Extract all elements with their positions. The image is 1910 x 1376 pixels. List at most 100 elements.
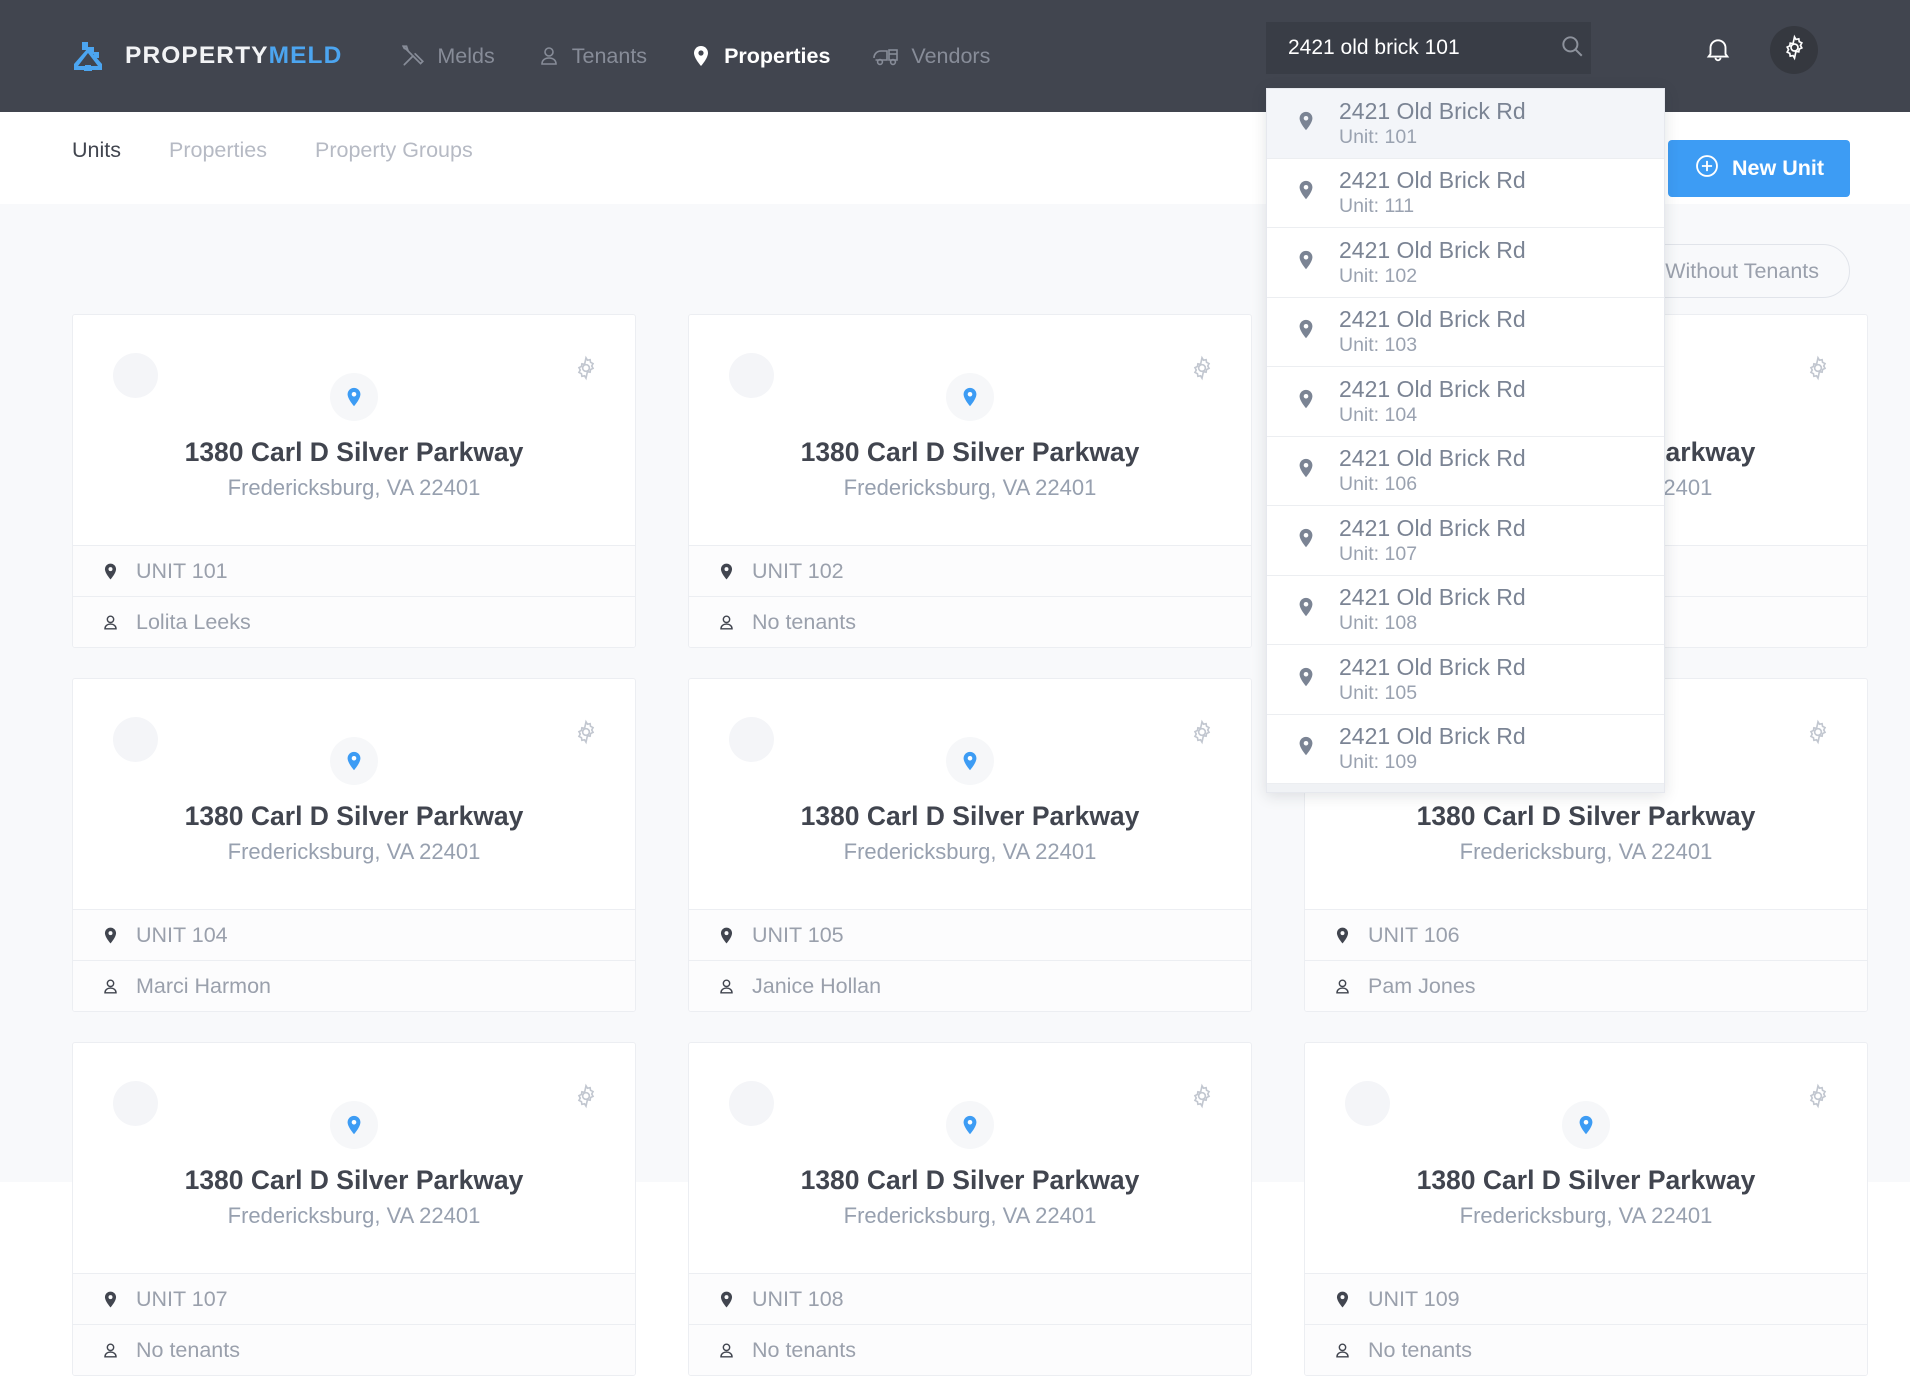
nav-item-properties[interactable]: Properties bbox=[689, 44, 830, 69]
unit-card-settings-button[interactable] bbox=[573, 1083, 599, 1114]
search-result-item[interactable]: 2421 Old Brick Rd Unit: 108 bbox=[1267, 576, 1664, 646]
search-result-title: 2421 Old Brick Rd bbox=[1339, 445, 1526, 472]
map-pin-icon bbox=[1333, 926, 1352, 945]
search-result-title: 2421 Old Brick Rd bbox=[1339, 376, 1526, 403]
avatar bbox=[113, 717, 158, 762]
unit-card-settings-button[interactable] bbox=[1189, 355, 1215, 386]
unit-card-settings-button[interactable] bbox=[1189, 1083, 1215, 1114]
map-pin-badge bbox=[330, 373, 378, 421]
unit-card-address: 1380 Carl D Silver Parkway bbox=[689, 437, 1251, 468]
unit-card-city: Fredericksburg, VA 22401 bbox=[1305, 1203, 1867, 1229]
unit-card-tenant-row: No tenants bbox=[689, 1324, 1251, 1375]
search-result-item[interactable]: 2421 Old Brick Rd Unit: 102 bbox=[1267, 228, 1664, 298]
unit-card[interactable]: 1380 Carl D Silver Parkway Fredericksbur… bbox=[72, 678, 636, 1012]
tab-properties[interactable]: Properties bbox=[169, 138, 267, 163]
search-result-subtitle: Unit: 111 bbox=[1339, 194, 1526, 218]
nav-item-vendors[interactable]: Vendors bbox=[872, 43, 990, 69]
dropdown-footer bbox=[1267, 784, 1664, 792]
unit-card-unit-row: UNIT 102 bbox=[689, 545, 1251, 596]
search-result-item[interactable]: 2421 Old Brick Rd Unit: 106 bbox=[1267, 437, 1664, 507]
search-input[interactable] bbox=[1288, 36, 1559, 60]
map-pin-icon bbox=[1295, 249, 1317, 276]
tab-units[interactable]: Units bbox=[72, 138, 121, 163]
search-result-item[interactable]: 2421 Old Brick Rd Unit: 105 bbox=[1267, 645, 1664, 715]
search-result-subtitle: Unit: 102 bbox=[1339, 264, 1526, 288]
unit-card-tenant-row: No tenants bbox=[689, 596, 1251, 647]
nav-label-vendors: Vendors bbox=[911, 44, 990, 69]
unit-card-city: Fredericksburg, VA 22401 bbox=[1305, 839, 1867, 865]
map-pin-icon bbox=[101, 926, 120, 945]
settings-button[interactable] bbox=[1770, 26, 1818, 74]
search-result-item[interactable]: 2421 Old Brick Rd Unit: 109 bbox=[1267, 715, 1664, 785]
person-icon bbox=[717, 1341, 736, 1360]
map-pin-icon bbox=[1333, 1290, 1352, 1309]
unit-card-tenant-row: Janice Hollan bbox=[689, 960, 1251, 1011]
search-result-item[interactable]: 2421 Old Brick Rd Unit: 103 bbox=[1267, 298, 1664, 368]
unit-card-settings-button[interactable] bbox=[1189, 719, 1215, 750]
unit-card-city: Fredericksburg, VA 22401 bbox=[689, 1203, 1251, 1229]
unit-card-settings-button[interactable] bbox=[573, 719, 599, 750]
search-result-item[interactable]: 2421 Old Brick Rd Unit: 111 bbox=[1267, 159, 1664, 229]
global-search bbox=[1266, 22, 1591, 74]
propertymeld-logo-icon bbox=[68, 36, 108, 76]
notifications-button[interactable] bbox=[1703, 34, 1733, 69]
unit-card-tenant-row: Marci Harmon bbox=[73, 960, 635, 1011]
search-result-subtitle: Unit: 105 bbox=[1339, 681, 1526, 705]
nav-label-tenants: Tenants bbox=[572, 44, 647, 69]
nav-item-melds[interactable]: Melds bbox=[400, 43, 494, 69]
map-pin-icon bbox=[1295, 388, 1317, 415]
search-result-subtitle: Unit: 104 bbox=[1339, 403, 1526, 427]
avatar bbox=[113, 353, 158, 398]
map-pin-icon bbox=[689, 44, 713, 68]
section-tabs: Units Properties Property Groups bbox=[72, 138, 521, 163]
map-pin-badge bbox=[946, 373, 994, 421]
unit-card-city: Fredericksburg, VA 22401 bbox=[73, 475, 635, 501]
unit-card-settings-button[interactable] bbox=[1805, 355, 1831, 386]
avatar bbox=[113, 1081, 158, 1126]
unit-card-header: 1380 Carl D Silver Parkway Fredericksbur… bbox=[73, 315, 635, 545]
tab-property-groups[interactable]: Property Groups bbox=[315, 138, 473, 163]
unit-card-tenant-row: No tenants bbox=[73, 1324, 635, 1375]
unit-card-unit-row: UNIT 106 bbox=[1305, 909, 1867, 960]
search-result-subtitle: Unit: 108 bbox=[1339, 611, 1526, 635]
nav-item-tenants[interactable]: Tenants bbox=[537, 44, 647, 69]
unit-card-address: 1380 Carl D Silver Parkway bbox=[689, 1165, 1251, 1196]
search-icon[interactable] bbox=[1559, 33, 1585, 64]
truck-icon bbox=[872, 43, 900, 69]
avatar bbox=[729, 717, 774, 762]
unit-card[interactable]: 1380 Carl D Silver Parkway Fredericksbur… bbox=[688, 314, 1252, 648]
search-box[interactable] bbox=[1266, 22, 1591, 74]
new-unit-button[interactable]: New Unit bbox=[1668, 140, 1850, 197]
avatar bbox=[1345, 1081, 1390, 1126]
map-pin-icon bbox=[959, 386, 981, 408]
unit-card-unit-row: UNIT 104 bbox=[73, 909, 635, 960]
unit-card[interactable]: 1380 Carl D Silver Parkway Fredericksbur… bbox=[688, 1042, 1252, 1376]
map-pin-icon bbox=[343, 750, 365, 772]
search-result-subtitle: Unit: 101 bbox=[1339, 125, 1526, 149]
primary-nav-items: Melds Tenants Properties bbox=[400, 43, 1032, 69]
unit-card-header: 1380 Carl D Silver Parkway Fredericksbur… bbox=[689, 679, 1251, 909]
unit-card-unit-label: UNIT 104 bbox=[136, 923, 228, 948]
search-result-item[interactable]: 2421 Old Brick Rd Unit: 107 bbox=[1267, 506, 1664, 576]
unit-card-address: 1380 Carl D Silver Parkway bbox=[689, 801, 1251, 832]
unit-card[interactable]: 1380 Carl D Silver Parkway Fredericksbur… bbox=[72, 314, 636, 648]
unit-card-unit-label: UNIT 106 bbox=[1368, 923, 1460, 948]
search-result-title: 2421 Old Brick Rd bbox=[1339, 98, 1526, 125]
unit-card-settings-button[interactable] bbox=[573, 355, 599, 386]
unit-card-tenant-label: Pam Jones bbox=[1368, 974, 1476, 999]
unit-card-city: Fredericksburg, VA 22401 bbox=[73, 1203, 635, 1229]
unit-card-unit-label: UNIT 108 bbox=[752, 1287, 844, 1312]
person-icon bbox=[101, 613, 120, 632]
unit-card-tenant-row: Pam Jones bbox=[1305, 960, 1867, 1011]
unit-card-city: Fredericksburg, VA 22401 bbox=[689, 475, 1251, 501]
search-result-item[interactable]: 2421 Old Brick Rd Unit: 104 bbox=[1267, 367, 1664, 437]
unit-card[interactable]: 1380 Carl D Silver Parkway Fredericksbur… bbox=[72, 1042, 636, 1376]
unit-card[interactable]: 1380 Carl D Silver Parkway Fredericksbur… bbox=[688, 678, 1252, 1012]
search-result-item[interactable]: 2421 Old Brick Rd Unit: 101 bbox=[1267, 89, 1664, 159]
brand-logo[interactable]: PROPERTYMELD bbox=[68, 36, 342, 76]
unit-card[interactable]: 1380 Carl D Silver Parkway Fredericksbur… bbox=[1304, 1042, 1868, 1376]
unit-card-unit-row: UNIT 101 bbox=[73, 545, 635, 596]
map-pin-icon bbox=[959, 1114, 981, 1136]
unit-card-settings-button[interactable] bbox=[1805, 719, 1831, 750]
unit-card-settings-button[interactable] bbox=[1805, 1083, 1831, 1114]
